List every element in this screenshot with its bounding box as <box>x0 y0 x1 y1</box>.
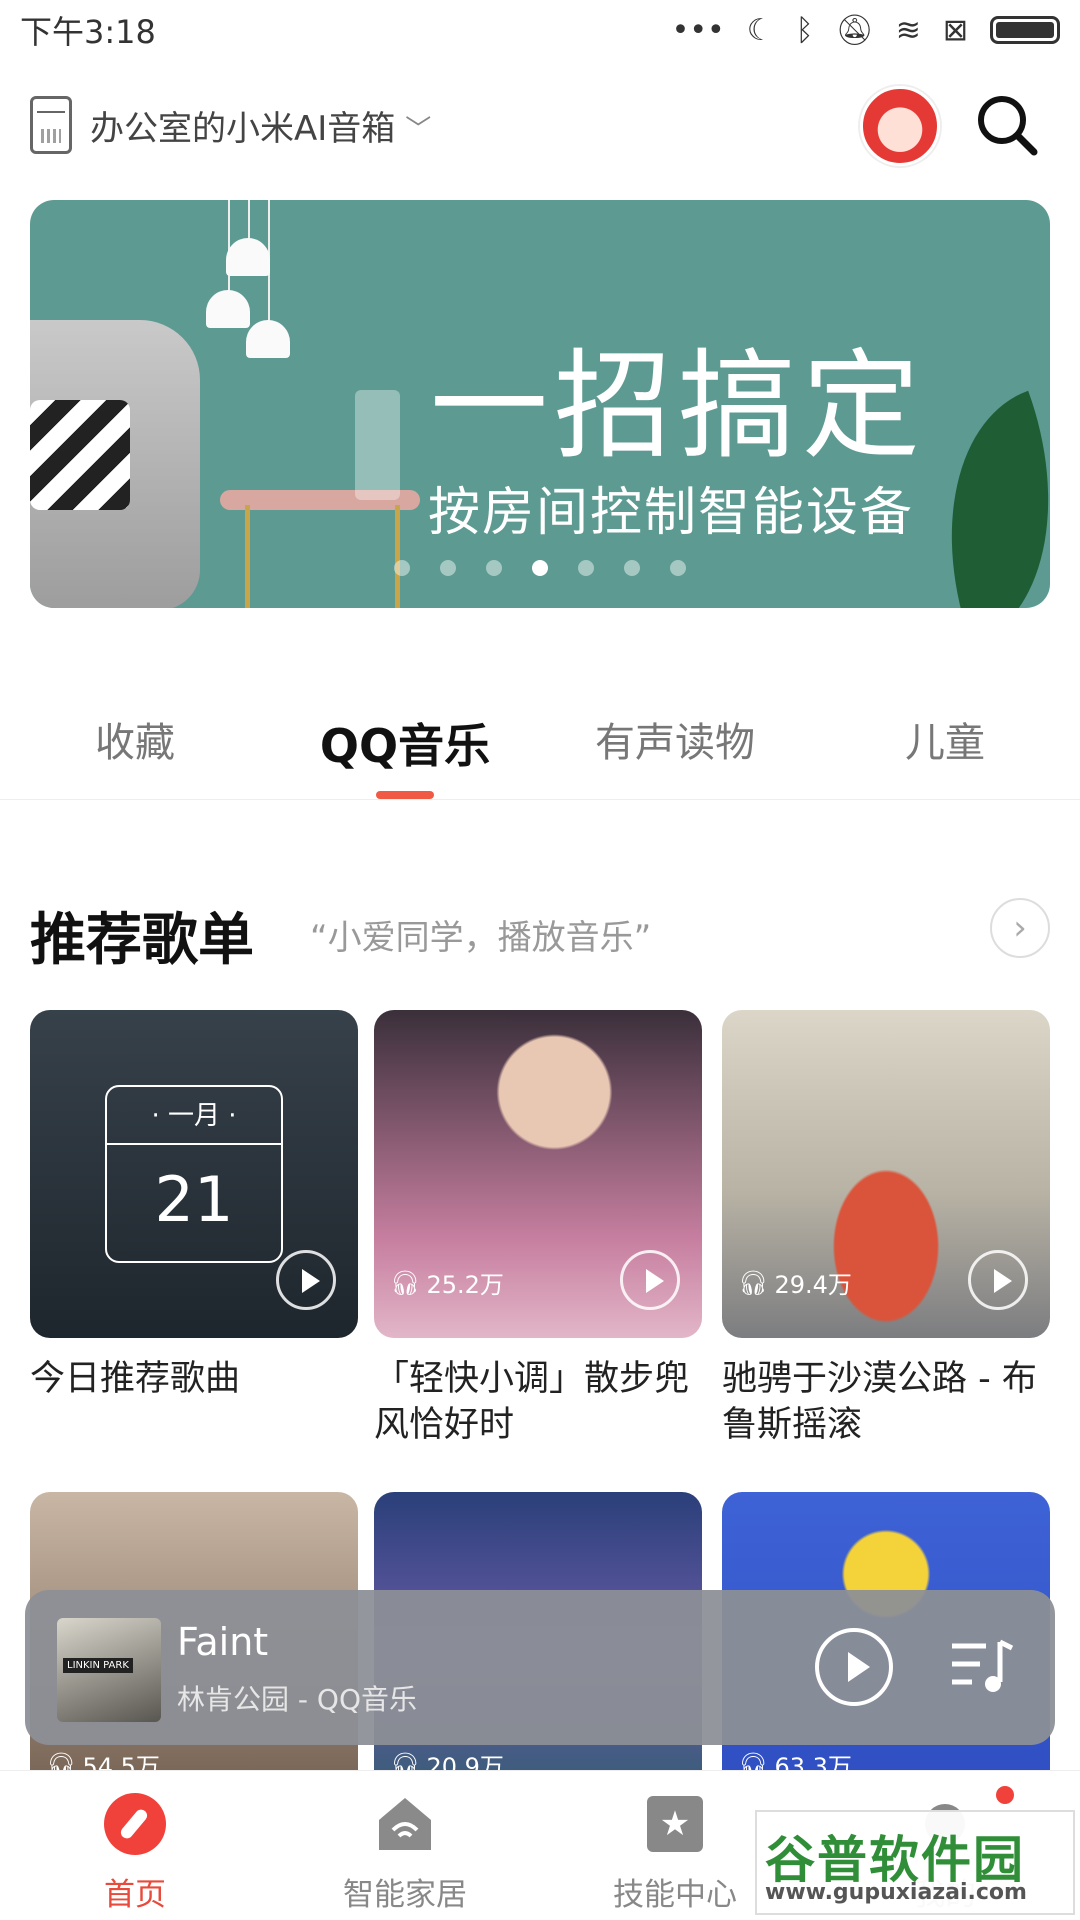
lamp-cord <box>248 200 250 242</box>
headphones-icon: 🎧︎ <box>390 1268 421 1297</box>
playlist-queue-button[interactable] <box>950 1638 1014 1696</box>
compass-icon <box>104 1793 166 1855</box>
battery-icon <box>990 16 1060 44</box>
category-tabs: 收藏 QQ音乐 有声读物 儿童 <box>0 690 1080 800</box>
chevron-down-icon[interactable]: ﹀ <box>405 109 431 146</box>
nav-smart-home[interactable]: 智能家居 <box>270 1771 540 1920</box>
status-time: 下午3:18 <box>20 13 156 51</box>
track-title: Faint <box>177 1620 269 1664</box>
carousel-dot[interactable] <box>440 560 456 576</box>
dots-icon: ••• <box>671 12 725 48</box>
section-title: 推荐歌单 <box>30 908 254 973</box>
more-button[interactable]: › <box>990 898 1050 958</box>
playlist-card[interactable]: 🎧︎ 25.2万 「轻快小调」散步兜风恰好时 <box>374 1010 702 1448</box>
promo-banner[interactable]: 一招搞定 按房间控制智能设备 <box>30 200 1050 608</box>
vase-decoration <box>355 390 400 500</box>
album-art: LINKIN PARK <box>57 1618 161 1722</box>
track-artist: 林肯公园 - QQ音乐 <box>177 1683 417 1716</box>
lamp-decoration <box>206 290 250 328</box>
playlist-title: 今日推荐歌曲 <box>30 1359 241 1399</box>
carousel-dot-active[interactable] <box>532 560 548 576</box>
notification-dot <box>996 1786 1014 1804</box>
banner-subtitle: 按房间控制智能设备 <box>428 483 915 543</box>
headphones-icon: 🎧︎ <box>738 1268 769 1297</box>
calendar-day: 21 <box>154 1163 234 1236</box>
status-bar: 下午3:18 ••• ☾ ᛒ 🔕︎ ≋ ⊠ <box>0 0 1080 60</box>
house-icon <box>379 1798 431 1850</box>
section-hint: “小爱同学，播放音乐” <box>310 918 652 958</box>
carousel-dot[interactable] <box>394 560 410 576</box>
speaker-device-icon <box>30 96 72 154</box>
device-selector[interactable]: 办公室的小米AI音箱 <box>90 101 395 150</box>
carousel-dot[interactable] <box>578 560 594 576</box>
wifi-icon: ≋ <box>895 12 921 48</box>
carousel-dot[interactable] <box>624 560 640 576</box>
play-button[interactable] <box>276 1250 336 1310</box>
search-icon <box>978 96 1038 156</box>
carousel-dot[interactable] <box>486 560 502 576</box>
nav-label: 首页 <box>104 1877 166 1913</box>
header: 办公室的小米AI音箱 ﹀ <box>0 80 1080 170</box>
tab-audiobooks[interactable]: 有声读物 <box>540 690 810 799</box>
nav-label: 智能家居 <box>343 1877 467 1913</box>
play-button[interactable] <box>620 1250 680 1310</box>
search-button[interactable] <box>972 90 1042 160</box>
table-leg <box>245 505 250 608</box>
nav-home[interactable]: 首页 <box>0 1771 270 1920</box>
play-count: 🎧︎ 25.2万 <box>390 1265 504 1300</box>
playlist-title: 「轻快小调」散步兜风恰好时 <box>374 1359 690 1445</box>
tab-kids[interactable]: 儿童 <box>810 690 1080 799</box>
play-count-value: 29.4万 <box>774 1271 852 1299</box>
chevron-right-icon: › <box>1013 908 1027 948</box>
play-button[interactable] <box>815 1628 893 1706</box>
lamp-decoration <box>226 238 270 276</box>
watermark-url: www.gupuxiazai.com <box>765 1880 1027 1905</box>
tab-qq-music[interactable]: QQ音乐 <box>270 690 540 799</box>
avatar[interactable] <box>860 86 940 166</box>
album-art-text: LINKIN PARK <box>63 1658 133 1673</box>
mute-icon: 🔕︎ <box>835 12 874 48</box>
playlist-title: 驰骋于沙漠公路 - 布鲁斯摇滚 <box>722 1359 1037 1445</box>
bluetooth-icon: ᛒ <box>795 12 814 48</box>
carousel-dots <box>30 560 1050 576</box>
star-icon: ★ <box>647 1796 703 1852</box>
calendar-badge: · 一月 · 21 <box>105 1085 283 1263</box>
pillow-decoration <box>30 400 130 510</box>
calendar-month: · 一月 · <box>107 1087 281 1145</box>
moon-icon: ☾ <box>746 12 774 48</box>
status-icons: ••• ☾ ᛒ 🔕︎ ≋ ⊠ <box>672 13 1060 48</box>
playlist-cover: · 一月 · 21 <box>30 1010 358 1338</box>
playlist-card[interactable]: · 一月 · 21 今日推荐歌曲 <box>30 1010 358 1402</box>
sim-icon: ⊠ <box>942 12 968 48</box>
watermark: 谷普软件园 www.gupuxiazai.com <box>755 1810 1075 1915</box>
play-count-value: 25.2万 <box>426 1271 504 1299</box>
tab-favorites[interactable]: 收藏 <box>0 690 270 799</box>
carousel-dot[interactable] <box>670 560 686 576</box>
play-button[interactable] <box>968 1250 1028 1310</box>
play-count: 🎧︎ 29.4万 <box>738 1265 852 1300</box>
lamp-decoration <box>246 320 290 358</box>
queue-icon <box>952 1639 1014 1692</box>
playlist-cover: 🎧︎ 25.2万 <box>374 1010 702 1338</box>
playlist-cover: 🎧︎ 29.4万 <box>722 1010 1050 1338</box>
playlist-card[interactable]: 🎧︎ 29.4万 驰骋于沙漠公路 - 布鲁斯摇滚 <box>722 1010 1050 1448</box>
banner-title: 一招搞定 <box>430 337 927 475</box>
table-leg <box>395 505 400 608</box>
mini-player[interactable]: LINKIN PARK Faint 林肯公园 - QQ音乐 <box>25 1590 1055 1745</box>
